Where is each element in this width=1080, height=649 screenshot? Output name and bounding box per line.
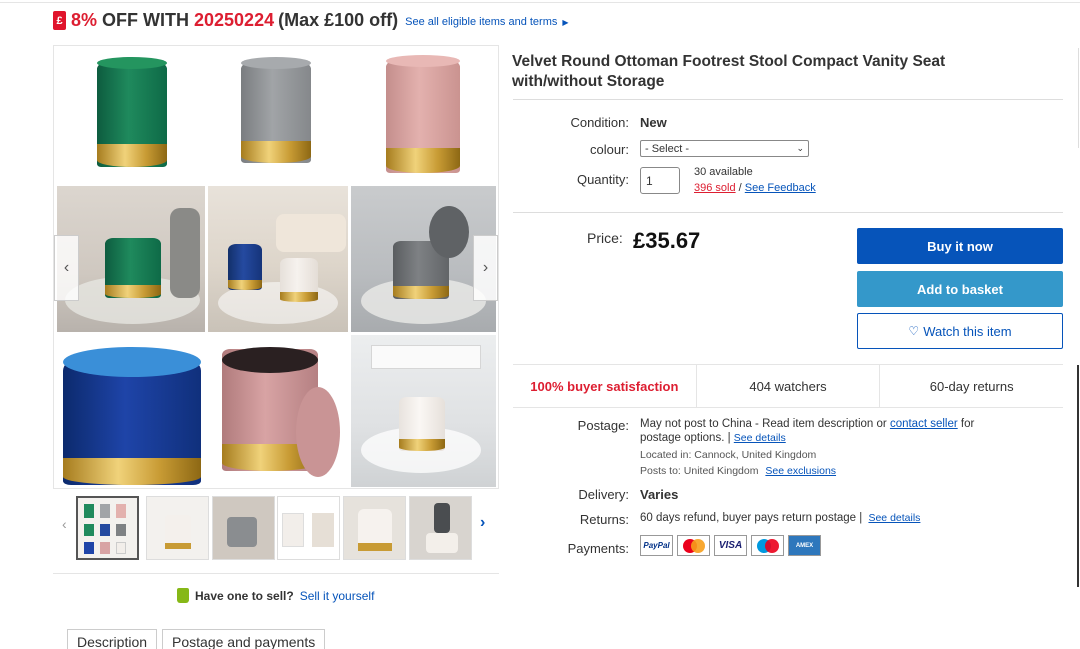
posts-to: Posts to: United Kingdom [640, 465, 759, 477]
promo-code: 20250224 [194, 10, 275, 30]
thumbnail-5[interactable] [343, 496, 406, 560]
returns-line: 60 days refund, buyer pays return postag… [640, 512, 920, 524]
right-edge-line [1078, 48, 1079, 148]
thumbnail-1[interactable] [76, 496, 139, 560]
returns-see-details-link[interactable]: See details [868, 512, 920, 524]
returns-value: 60 days refund, buyer pays return postag… [640, 512, 863, 524]
image-green-stool [57, 47, 205, 183]
promo-max: (Max £100 off) [278, 10, 399, 30]
promo-terms-link[interactable]: See all eligible items and terms [405, 16, 557, 28]
postage-see-details-link[interactable]: See details [734, 432, 786, 444]
tab-bar: Description Postage and payments [67, 629, 330, 649]
postage-line-1: May not post to China - Read item descri… [640, 418, 974, 430]
buy-it-now-button[interactable]: Buy it now [857, 228, 1063, 264]
watchers-count: 404 watchers [697, 365, 881, 407]
details-divider [513, 212, 1063, 213]
thumbnail-4[interactable] [277, 496, 340, 560]
amex-icon: AMEX [788, 535, 821, 556]
play-arrow-icon[interactable]: ▶ [562, 18, 568, 27]
returns-label: Returns: [579, 512, 629, 527]
gallery-divider [53, 573, 499, 574]
image-pink-stool [351, 47, 496, 183]
sold-separator: / [738, 182, 742, 194]
postage-label: Postage: [577, 418, 629, 433]
delivery-value: Varies [640, 487, 679, 502]
see-feedback-link[interactable]: See Feedback [745, 182, 816, 194]
visa-icon: VISA [714, 535, 747, 556]
thumbnail-2[interactable] [146, 496, 209, 560]
sell-it-yourself-link[interactable]: Sell it yourself [300, 589, 375, 603]
postage-line-2: postage options. | See details [640, 432, 786, 444]
image-pink-open-stool [208, 335, 348, 487]
thumbnail-6[interactable] [409, 496, 472, 560]
product-title: Velvet Round Ottoman Footrest Stool Comp… [512, 53, 946, 90]
sold-info: 396 sold / See Feedback [694, 182, 816, 194]
sell-prompt: Have one to sell? Sell it yourself [177, 588, 374, 603]
posts-to-line: Posts to: United Kingdom See exclusions [640, 465, 836, 477]
returns-policy: 60-day returns [929, 378, 1014, 394]
sold-count-link[interactable]: 396 sold [694, 182, 736, 194]
heart-icon: ♡ [908, 324, 920, 338]
thumbnail-strip: ‹ › [60, 494, 500, 564]
price-value: £35.67 [633, 228, 701, 253]
image-white-vanity [351, 335, 496, 487]
colour-select-value: - Select - [645, 142, 690, 155]
colour-select[interactable]: - Select - ⌄ [640, 140, 809, 157]
paypal-icon: PayPal [640, 535, 673, 556]
scrollbar[interactable] [1077, 365, 1079, 587]
main-product-image[interactable] [53, 45, 499, 489]
promo-banner: £ 8% OFF WITH 20250224 (Max £100 off) Se… [53, 10, 569, 31]
watch-item-button[interactable]: ♡ Watch this item [857, 313, 1063, 349]
add-to-basket-button[interactable]: Add to basket [857, 271, 1063, 307]
condition-value: New [640, 115, 667, 130]
seller-stats: 100% buyer satisfaction 404 watchers 60-… [513, 364, 1063, 408]
delivery-label: Delivery: [578, 487, 629, 502]
promo-percent: 8% [71, 10, 98, 30]
quantity-label: Quantity: [576, 172, 629, 187]
promo-off-with: OFF WITH [102, 10, 189, 30]
image-green-room [57, 186, 205, 332]
postage-text-3: postage options. | [640, 432, 731, 444]
maestro-icon [751, 535, 784, 556]
see-exclusions-link[interactable]: See exclusions [765, 465, 836, 477]
sell-question: Have one to sell? [195, 588, 294, 603]
colour-label: colour: [589, 142, 629, 157]
contact-seller-link[interactable]: contact seller [890, 418, 958, 430]
image-blue-stool [57, 335, 205, 487]
postage-text-2: for [960, 418, 975, 430]
sell-tag-icon [177, 588, 189, 603]
chevron-right-icon[interactable]: › [473, 235, 498, 301]
price-label: Price: [587, 230, 623, 246]
payments-label: Payments: [567, 541, 629, 556]
buyer-satisfaction: 100% buyer satisfaction [513, 365, 697, 407]
select-arrow-icon: ⌄ [796, 143, 804, 153]
image-grey-stool [208, 47, 348, 183]
located-in: Located in: Cannock, United Kingdom [640, 449, 817, 461]
title-divider [513, 99, 1063, 100]
promo-tag-icon: £ [53, 11, 66, 30]
thumb-prev-icon[interactable]: ‹ [62, 516, 67, 532]
top-divider [0, 2, 1080, 3]
tab-postage-payments[interactable]: Postage and payments [162, 629, 326, 649]
watch-item-label: Watch this item [923, 323, 1012, 339]
mastercard-icon [677, 535, 710, 556]
tab-description[interactable]: Description [67, 629, 158, 649]
image-blue-room [208, 186, 348, 332]
payment-methods: PayPal VISA AMEX [640, 535, 825, 556]
quantity-input[interactable]: 1 [640, 167, 680, 194]
available-count: 30 available [694, 166, 753, 178]
thumbnail-3[interactable] [212, 496, 275, 560]
chevron-left-icon[interactable]: ‹ [54, 235, 79, 301]
condition-label: Condition: [570, 115, 629, 130]
thumb-next-icon[interactable]: › [480, 514, 485, 532]
postage-text-1: May not post to China - Read item descri… [640, 418, 887, 430]
